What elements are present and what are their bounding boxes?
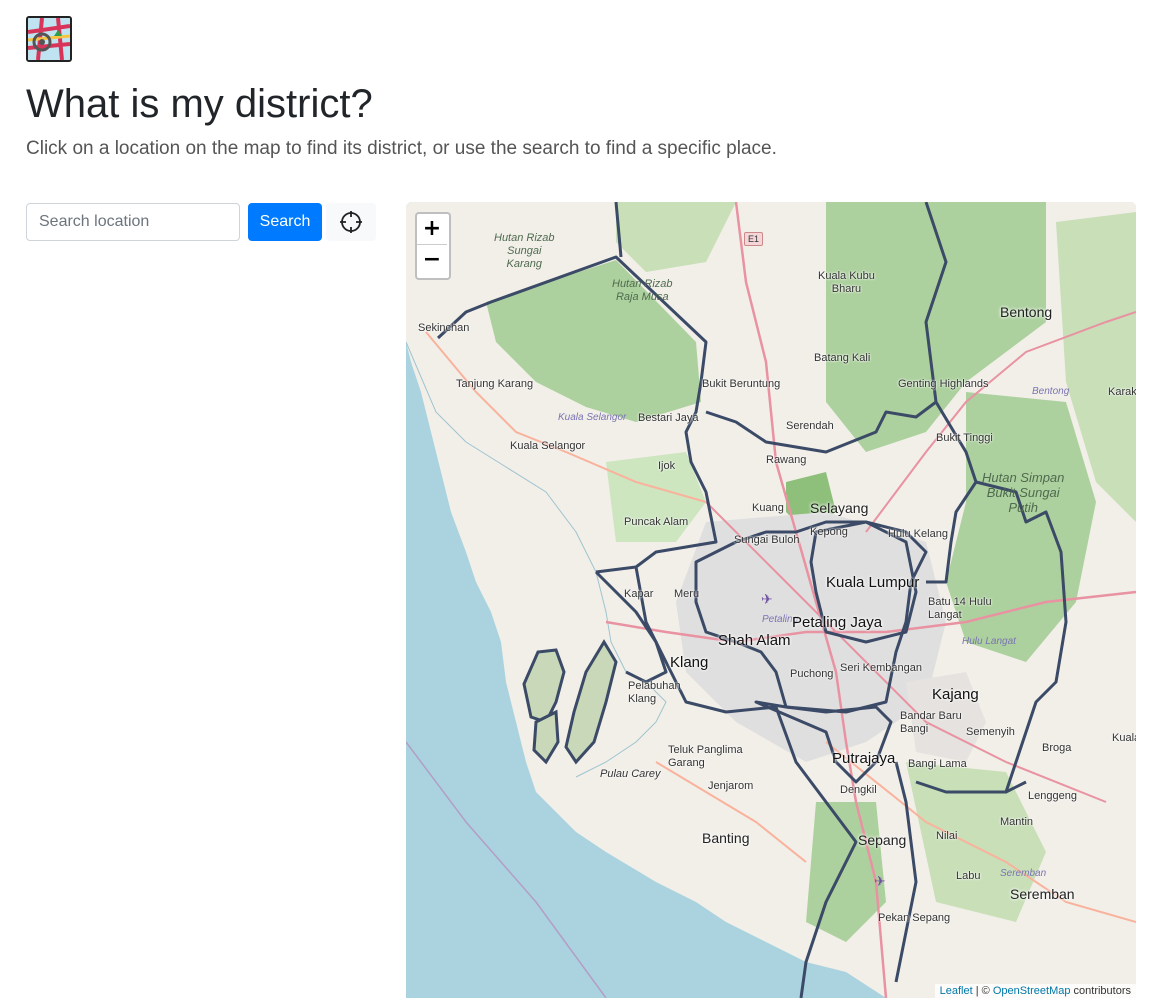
map-label-tanjung-karang: Tanjung Karang [456,378,534,390]
map-label-bukit-tinggi: Bukit Tinggi [936,432,993,444]
map-label-mantin: Mantin [1000,816,1034,828]
map-label-hutan-simpan-bukit-sungai-putih: Hutan Simpan Bukit Sungai Putih [982,470,1065,515]
search-button[interactable]: Search [248,203,322,241]
crosshair-icon [340,211,362,233]
svg-text:✈: ✈ [874,874,886,890]
map-label-sepang: Sepang [858,832,907,848]
map-label-kuala-selangor-italic: Kuala Selangor [558,412,627,423]
district-map[interactable]: ✈ ✈ Hutan Rizab Sungai Karang Hutan Rizab R… [406,202,1136,998]
zoom-control: + − [415,212,451,280]
map-label-batu-14-hulu-langat: Batu 14 Hulu Langat [928,596,992,621]
map-label-kepong: Kepong [810,526,848,538]
map-label-seremban: Seremban [1010,886,1075,902]
map-label-kapar: Kapar [624,588,654,600]
map-label-rawang: Rawang [766,454,807,466]
map-label-banting: Banting [702,830,750,846]
attribution-suffix: contributors [1070,985,1131,997]
map-label-bangi-lama: Bangi Lama [908,758,967,770]
map-label-bentong-italic: Bentong [1032,386,1070,397]
map-label-labu: Labu [956,870,981,882]
map-label-hutan-rizab-raja-musa: Hutan Rizab Raja Musa [612,278,673,303]
map-label-teluk-panglima-garang: Teluk Panglima Garang [668,744,743,769]
map-label-dengkil: Dengkil [840,784,877,796]
page-lead: Click on a location on the map to find i… [26,138,777,159]
map-attribution: Leaflet | © OpenStreetMap contributors [934,984,1136,998]
zoom-out-button[interactable]: − [417,245,447,275]
svg-text:✈: ✈ [761,592,773,608]
map-label-pelabuhan-klang: Pelabuhan Klang [628,680,681,705]
map-label-bestari-jaya: Bestari Jaya [638,412,699,424]
map-label-pulau-carey: Pulau Carey [600,768,661,780]
map-label-kuala-selangor: Kuala Selangor [510,440,586,452]
map-label-petaling-jaya: Petaling Jaya [792,614,883,631]
map-label-nilai: Nilai [936,830,958,842]
map-label-lenggeng: Lenggeng [1028,790,1077,802]
map-label-bukit-beruntung: Bukit Beruntung [702,378,781,390]
map-label-semenyih: Semenyih [966,726,1015,738]
app-logo-icon [26,16,72,62]
map-label-hutan-rizab-sungai-karang: Hutan Rizab Sungai Karang [494,232,555,270]
map-label-kuang: Kuang [752,502,784,514]
map-label-genting-highlands: Genting Highlands [898,378,989,390]
map-label-hulu-langat: Hulu Langat [962,636,1016,647]
map-label-seri-kembangan: Seri Kembangan [840,662,922,674]
openstreetmap-link[interactable]: OpenStreetMap [993,985,1071,997]
map-label-bandar-baru-bangi: Bandar Baru Bangi [900,710,962,735]
attribution-separator: | © [972,985,993,997]
map-label-kuala-lumpur: Kuala Lumpur [826,574,920,591]
map-label-selayang: Selayang [810,500,869,516]
map-label-pekan-sepang: Pekan Sepang [878,912,951,924]
map-label-putrajaya: Putrajaya [832,750,896,767]
map-label-seremban-italic: Seremban [1000,868,1047,879]
map-label-shah-alam: Shah Alam [718,632,791,649]
map-label-kajang: Kajang [932,686,979,703]
map-label-puncak-alam: Puncak Alam [624,516,689,528]
map-label-klang: Klang [670,654,709,671]
map-label-karak: Karak [1108,386,1136,398]
map-label-puchong: Puchong [790,668,834,680]
map-label-kuala: Kuala [1112,732,1136,744]
map-label-batang-kali: Batang Kali [814,352,871,364]
map-label-bentong: Bentong [1000,304,1053,320]
map-label-broga: Broga [1042,742,1072,754]
map-label-e1: E1 [744,232,764,246]
map-label-jenjarom: Jenjarom [708,780,754,792]
map-label-sungai-buloh: Sungai Buloh [734,534,800,546]
map-label-sekinchan: Sekinchan [418,322,470,334]
page-title: What is my district? [26,82,373,126]
map-label-meru: Meru [674,588,700,600]
map-label-hulu-kelang: Hulu Kelang [888,528,948,540]
zoom-in-button[interactable]: + [417,214,447,245]
map-label-ijok: Ijok [658,460,676,472]
map-label-serendah: Serendah [786,420,834,432]
locate-button[interactable] [326,203,376,241]
search-input[interactable] [26,203,240,241]
leaflet-link[interactable]: Leaflet [940,985,973,997]
map-label-kuala-kubu-bharu: Kuala Kubu Bharu [818,270,875,295]
